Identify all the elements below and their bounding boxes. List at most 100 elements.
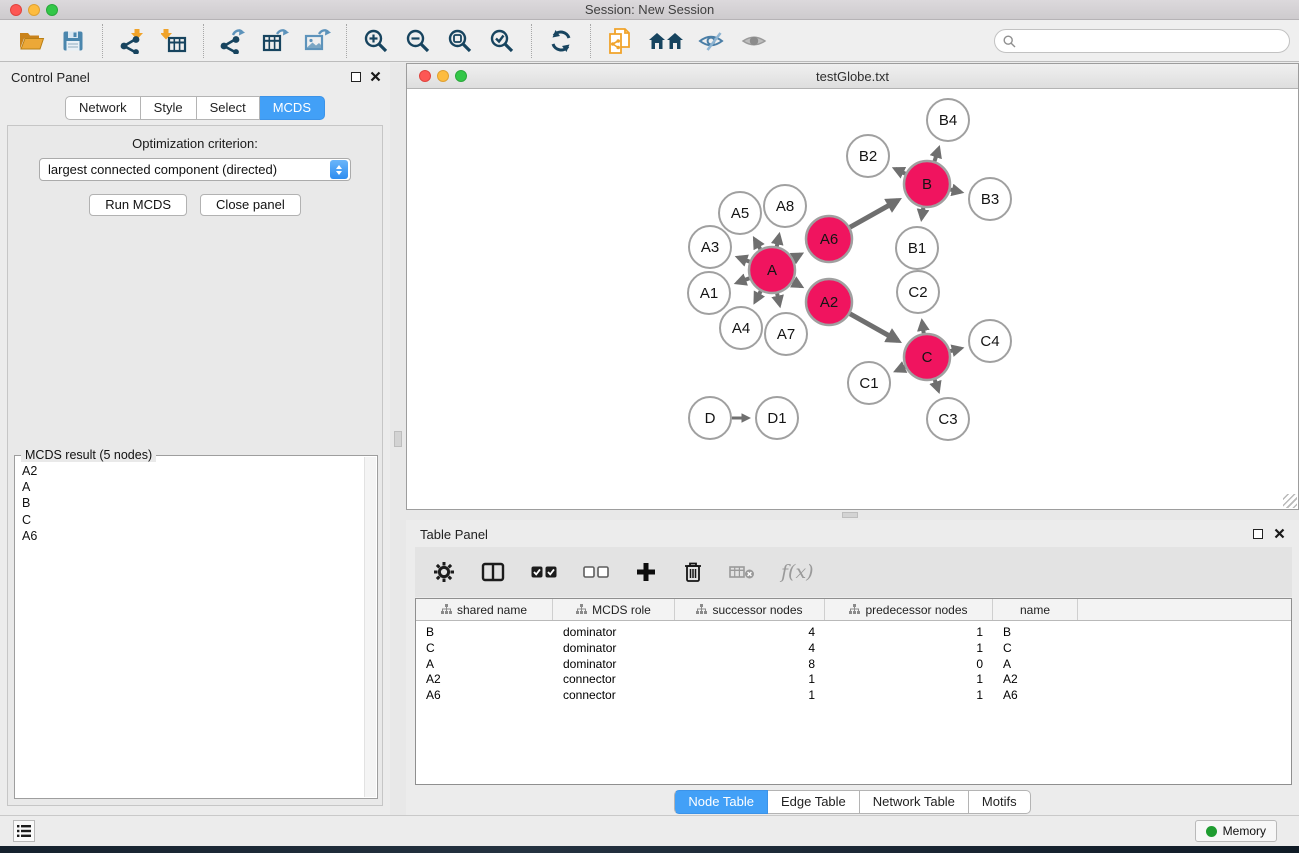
node-A[interactable]: A: [749, 247, 795, 293]
column-header-successor-nodes[interactable]: successor nodes: [675, 599, 825, 620]
splitter-handle[interactable]: [842, 512, 858, 518]
node-table[interactable]: shared nameMCDS rolesuccessor nodesprede…: [415, 598, 1292, 785]
edge-C-C4[interactable]: [950, 348, 960, 351]
table-row[interactable]: Adominator80A: [416, 657, 1291, 673]
tab-style[interactable]: Style: [141, 96, 197, 120]
open-session-button[interactable]: [16, 26, 46, 56]
node-B1[interactable]: B1: [896, 227, 938, 269]
column-header-predecessor-nodes[interactable]: predecessor nodes: [825, 599, 993, 620]
edge-B-B2[interactable]: [895, 169, 905, 174]
edge-A-A4[interactable]: [755, 291, 760, 301]
select-all-checkboxes-button[interactable]: [531, 566, 557, 578]
close-panel-icon[interactable]: [370, 71, 381, 82]
tab-motifs[interactable]: Motifs: [969, 790, 1031, 814]
export-image-button[interactable]: [302, 26, 332, 56]
import-network-button[interactable]: [117, 26, 147, 56]
home-view-button[interactable]: [647, 26, 685, 56]
list-item[interactable]: A6: [22, 528, 363, 544]
node-B3[interactable]: B3: [969, 178, 1011, 220]
zoom-out-button[interactable]: [403, 26, 433, 56]
search-input[interactable]: [1021, 32, 1289, 50]
node-A4[interactable]: A4: [720, 307, 762, 349]
tab-network-table[interactable]: Network Table: [860, 790, 969, 814]
resize-grip[interactable]: [1283, 494, 1297, 508]
node-C[interactable]: C: [904, 334, 950, 380]
network-canvas[interactable]: A5A8A6A3AA1A4A7A2B2B4BB3B1C2CC4C1C3DD1: [407, 89, 1298, 509]
task-history-button[interactable]: [13, 820, 35, 842]
node-D1[interactable]: D1: [756, 397, 798, 439]
edge-B-B4[interactable]: [934, 149, 938, 162]
criterion-select[interactable]: largest connected component (directed): [39, 158, 351, 181]
node-A2[interactable]: A2: [806, 279, 852, 325]
node-A1[interactable]: A1: [688, 272, 730, 314]
tab-select[interactable]: Select: [197, 96, 260, 120]
node-C4[interactable]: C4: [969, 320, 1011, 362]
node-B2[interactable]: B2: [847, 135, 889, 177]
column-header-name[interactable]: name: [993, 599, 1078, 620]
hide-selected-button[interactable]: [697, 26, 727, 56]
node-A3[interactable]: A3: [689, 226, 731, 268]
memory-button[interactable]: Memory: [1195, 820, 1277, 842]
run-mcds-button[interactable]: Run MCDS: [89, 194, 187, 216]
vertical-splitter[interactable]: [390, 63, 406, 815]
edge-A-A8[interactable]: [777, 236, 779, 247]
edge-A-A3[interactable]: [738, 258, 749, 262]
column-header-mcds-role[interactable]: MCDS role: [553, 599, 675, 620]
clone-network-button[interactable]: [605, 26, 635, 56]
edge-A6-B[interactable]: [850, 200, 898, 227]
zoom-in-button[interactable]: [361, 26, 391, 56]
show-all-button[interactable]: [739, 26, 769, 56]
node-C2[interactable]: C2: [897, 271, 939, 313]
edge-A2-C[interactable]: [850, 314, 898, 341]
edge-B-B3[interactable]: [950, 190, 960, 192]
network-graph[interactable]: A5A8A6A3AA1A4A7A2B2B4BB3B1C2CC4C1C3DD1: [407, 89, 1298, 509]
table-row[interactable]: A6connector11A6: [416, 688, 1291, 704]
float-panel-icon[interactable]: [351, 72, 361, 82]
import-table-button[interactable]: [159, 26, 189, 56]
tab-network[interactable]: Network: [65, 96, 141, 120]
node-A6[interactable]: A6: [806, 216, 852, 262]
list-item[interactable]: C: [22, 512, 363, 528]
export-table-button[interactable]: [260, 26, 290, 56]
deselect-all-checkboxes-button[interactable]: [583, 566, 609, 578]
edge-A-A6[interactable]: [793, 254, 801, 258]
edge-A-A1[interactable]: [737, 278, 749, 282]
horizontal-splitter[interactable]: [406, 510, 1299, 520]
close-panel-icon[interactable]: [1274, 528, 1285, 539]
save-session-button[interactable]: [58, 26, 88, 56]
node-A7[interactable]: A7: [765, 313, 807, 355]
function-builder-button[interactable]: f(x): [781, 561, 814, 583]
table-row[interactable]: Bdominator41B: [416, 625, 1291, 641]
delete-table-button[interactable]: [729, 564, 755, 580]
node-A8[interactable]: A8: [764, 185, 806, 227]
search-field[interactable]: [994, 29, 1290, 53]
node-B[interactable]: B: [904, 161, 950, 207]
edge-C-C1[interactable]: [897, 367, 906, 371]
zoom-selected-button[interactable]: [487, 26, 517, 56]
edge-A-A7[interactable]: [777, 293, 779, 304]
delete-column-button[interactable]: [683, 561, 703, 583]
edge-B-B1[interactable]: [922, 208, 924, 218]
network-window-titlebar[interactable]: testGlobe.txt: [407, 64, 1298, 89]
table-row[interactable]: A2connector11A2: [416, 672, 1291, 688]
split-columns-button[interactable]: [481, 562, 505, 582]
tab-node-table[interactable]: Node Table: [674, 790, 768, 814]
float-panel-icon[interactable]: [1253, 529, 1263, 539]
zoom-fit-button[interactable]: [445, 26, 475, 56]
result-scrollbar[interactable]: [364, 457, 376, 797]
edge-C-C3[interactable]: [935, 380, 939, 391]
column-header-shared-name[interactable]: shared name: [416, 599, 553, 620]
node-C1[interactable]: C1: [848, 362, 890, 404]
edge-A-A5[interactable]: [755, 239, 760, 249]
list-item[interactable]: B: [22, 495, 363, 511]
refresh-view-button[interactable]: [546, 26, 576, 56]
add-column-button[interactable]: [635, 561, 657, 583]
export-network-button[interactable]: [218, 26, 248, 56]
node-D[interactable]: D: [689, 397, 731, 439]
edge-A-A2[interactable]: [793, 282, 801, 286]
close-panel-button[interactable]: Close panel: [200, 194, 301, 216]
list-item[interactable]: A: [22, 479, 363, 495]
edge-C-C2[interactable]: [922, 322, 924, 333]
settings-button[interactable]: [433, 561, 455, 583]
tab-edge-table[interactable]: Edge Table: [768, 790, 860, 814]
